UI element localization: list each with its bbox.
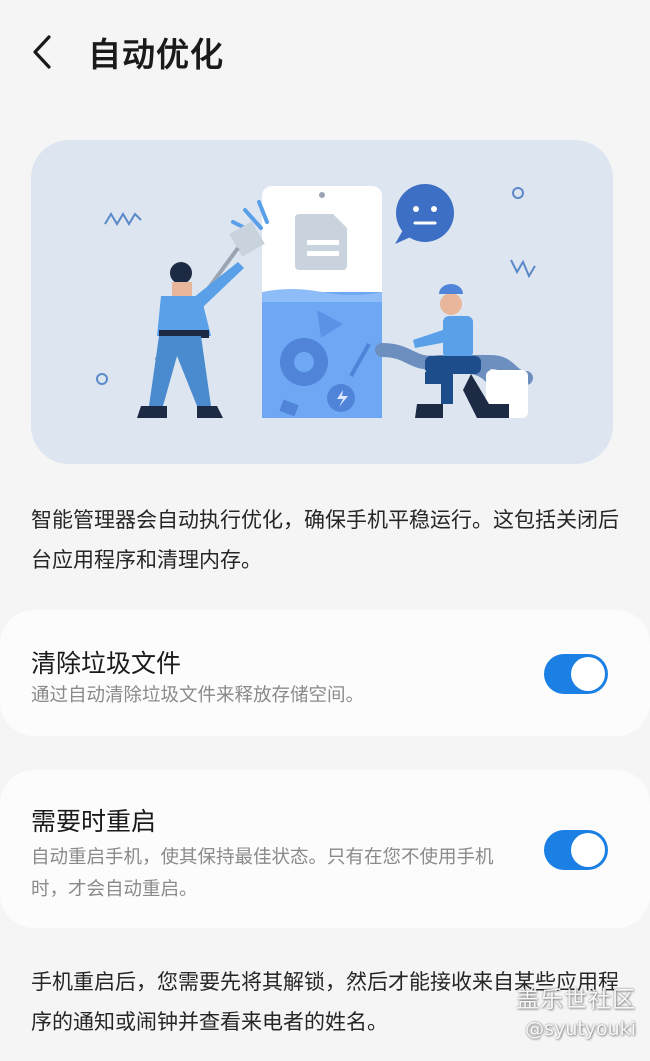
page-title: 自动优化 bbox=[88, 35, 224, 74]
zigzag-decoration bbox=[104, 212, 142, 226]
chevron-left-icon bbox=[33, 35, 51, 69]
watermark-user: @syutyouki bbox=[525, 1018, 636, 1040]
toggle-knob bbox=[571, 833, 605, 867]
zigzag-decoration bbox=[510, 259, 536, 279]
setting-title: 需要时重启 bbox=[31, 807, 157, 836]
restart-when-needed-toggle[interactable] bbox=[544, 830, 608, 870]
setting-description: 通过自动清除垃圾文件来释放存储空间。 bbox=[31, 685, 365, 706]
clean-junk-toggle[interactable] bbox=[544, 654, 608, 694]
watermark: 盖乐世社区 @syutyouki bbox=[516, 980, 636, 1040]
ring-decoration bbox=[512, 187, 524, 199]
ring-decoration bbox=[96, 373, 108, 385]
setting-restart-when-needed[interactable]: 需要时重启 自动重启手机，使其保持最佳状态。只有在您不使用手机时，才会自动重启。 bbox=[0, 770, 650, 928]
app-header: 自动优化 bbox=[0, 0, 650, 110]
back-button[interactable] bbox=[22, 30, 62, 74]
intro-description: 智能管理器会自动执行优化，确保手机平稳运行。这包括关闭后台应用程序和清理内存。 bbox=[31, 508, 619, 572]
watermark-community: 盖乐世社区 bbox=[516, 987, 636, 1013]
auto-optimization-illustration bbox=[31, 140, 613, 464]
setting-description: 自动重启手机，使其保持最佳状态。只有在您不使用手机时，才会自动重启。 bbox=[31, 847, 494, 900]
toggle-knob bbox=[571, 657, 605, 691]
setting-title: 清除垃圾文件 bbox=[31, 649, 182, 678]
setting-clean-junk-files[interactable]: 清除垃圾文件 通过自动清除垃圾文件来释放存储空间。 bbox=[0, 610, 650, 736]
